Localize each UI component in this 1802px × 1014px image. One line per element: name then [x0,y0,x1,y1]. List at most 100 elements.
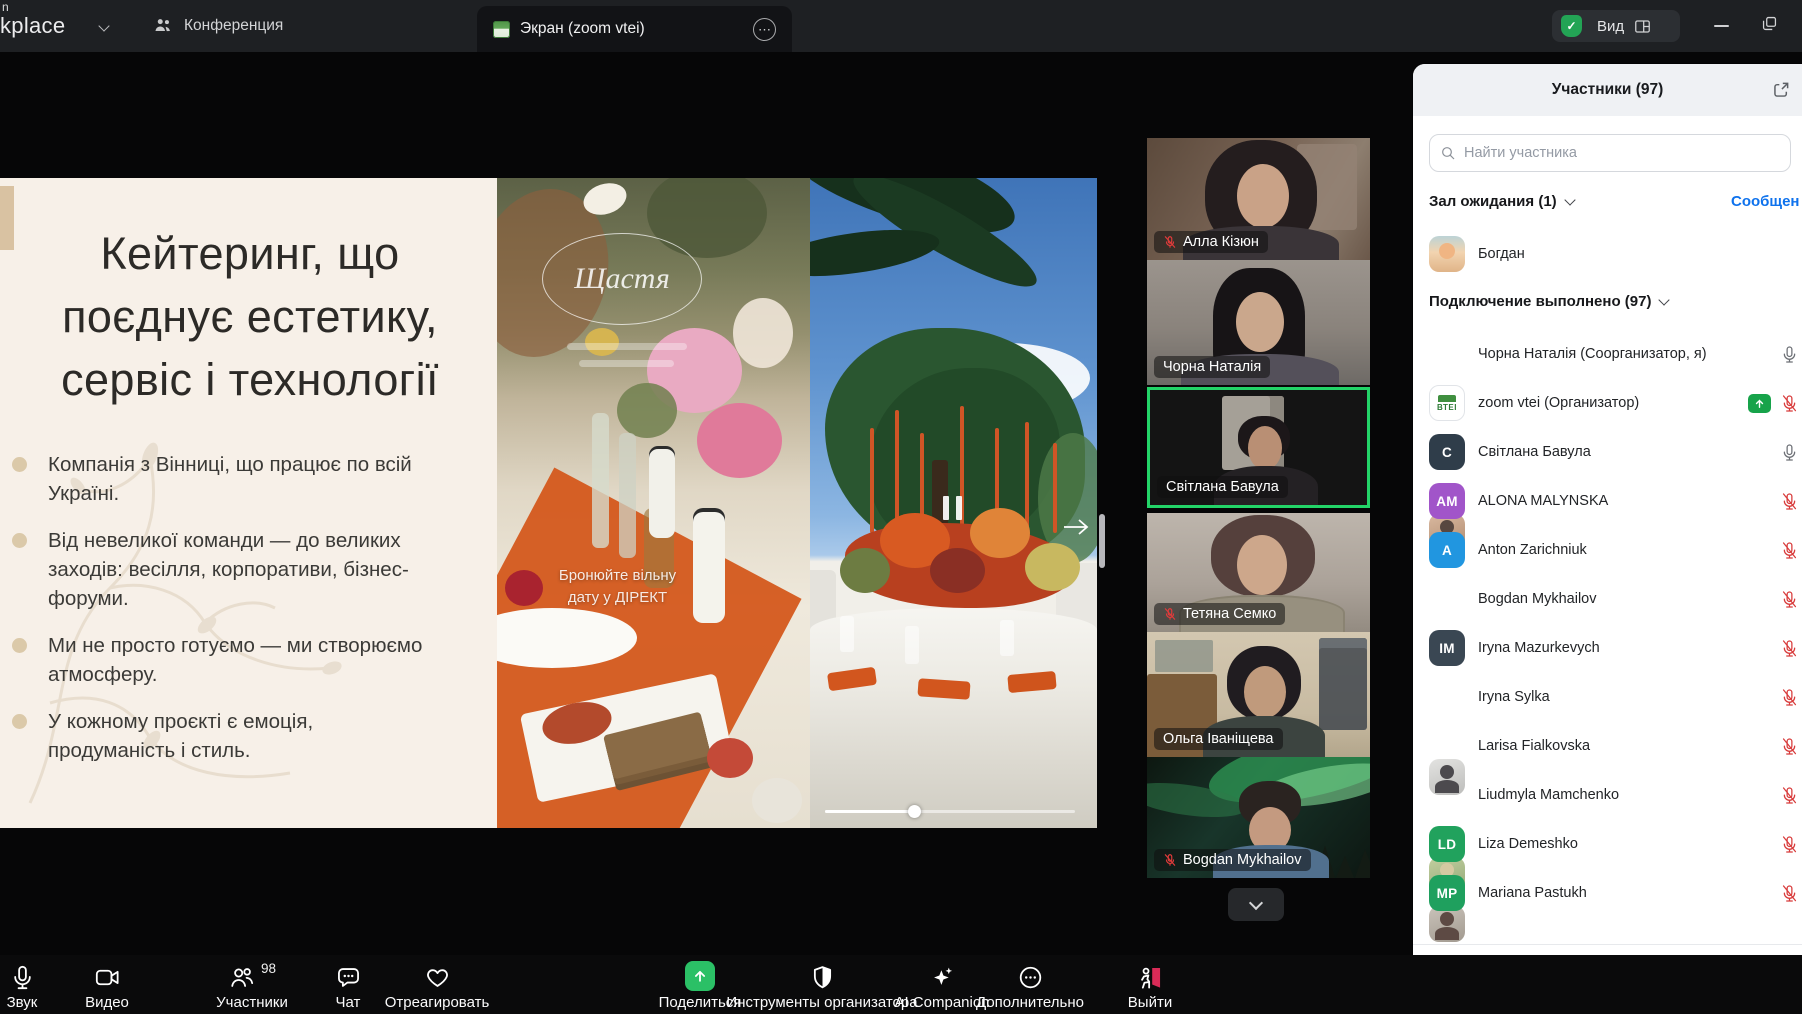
popout-icon[interactable] [1771,79,1792,100]
mic-muted-icon[interactable] [1780,688,1799,707]
participant-row[interactable]: MP Mariana Pastukh [1429,870,1795,916]
slide-bullet: Компанія з Вінниці, що працює по всій Ук… [10,450,472,508]
video-scrubber-progress [825,810,915,813]
mic-muted-icon[interactable] [1780,590,1799,609]
participant-name: Liza Demeshko [1478,836,1767,852]
video-tile-svitlana-bavula[interactable]: Світлана Бавула [1147,387,1370,508]
mic-on-icon[interactable] [1780,443,1799,462]
tab-screen-label: Экран (zoom vtei) [520,20,645,38]
avatar: AM [1429,483,1465,519]
tab-options-ellipsis-icon[interactable]: ⋯ [753,18,776,41]
participants-panel: Участники (97) Зал ожидания (1) Сообщен … [1413,64,1802,1008]
slide-bullet: У кожному проєкті є емоція, продуманість… [10,707,472,765]
participant-row[interactable]: C Світлана Бавула [1429,429,1795,475]
video-name-label: Ольга Іваніщева [1154,728,1283,750]
video-name-label: Тетяна Семко [1154,603,1285,625]
avatar [1429,236,1465,272]
window-title-bar: n kplace Конференция Экран (zoom vtei) ⋯… [0,0,1802,52]
avatar: C [1429,434,1465,470]
slide-accent-block [0,186,14,250]
minimize-button[interactable] [1706,14,1736,38]
mic-muted-icon[interactable] [1780,639,1799,658]
heart-icon [424,964,451,991]
participant-row[interactable]: Liudmyla Mamchenko [1429,772,1795,818]
booking-watermark: Бронюйте вільну дату у ДІРЕКТ [525,565,710,609]
participant-row[interactable]: ВТЕІ zoom vtei (Организатор) [1429,380,1795,426]
layout-icon [1633,17,1652,36]
people-icon [152,15,174,37]
tab-conference-label: Конференция [184,17,283,35]
screen-sharing-icon [1748,394,1771,413]
search-icon [1440,145,1456,161]
slide-bullet: Від невеликої команди — до великих заход… [10,526,472,613]
search-input[interactable] [1464,145,1780,161]
chevron-down-icon [1249,895,1263,909]
next-slide-arrow-icon [1062,516,1092,538]
mic-muted-icon[interactable] [1780,492,1799,511]
participant-row[interactable]: IM Iryna Mazurkevych [1429,625,1795,671]
mic-muted-icon[interactable] [1780,737,1799,756]
video-tile-tetiana-semko[interactable]: Тетяна Семко [1147,513,1370,632]
avatar: A [1429,532,1465,568]
video-scrubber-handle [908,805,921,818]
participant-row[interactable]: Iryna Sylka [1429,674,1795,720]
chevron-down-icon [1564,194,1575,205]
avatar: IM [1429,630,1465,666]
toolbar-leave[interactable]: Выйти [1030,957,1270,1011]
logo-chevron-down-icon[interactable] [98,20,109,31]
participant-row[interactable]: AM ALONA MALYNSKA [1429,478,1795,524]
toolbar-react[interactable]: Отреагировать [317,957,557,1011]
participant-row[interactable]: LD Liza Demeshko [1429,821,1795,867]
mic-muted-icon[interactable] [1780,786,1799,805]
avatar: MP [1429,875,1465,911]
participant-row[interactable]: A Anton Zarichniuk [1429,527,1795,573]
video-name-label: Bogdan Mykhailov [1154,849,1311,871]
participant-row[interactable]: Bogdan Mykhailov [1429,576,1795,622]
tab-screen-share[interactable]: Экран (zoom vtei) ⋯ [477,6,792,52]
camera-icon [94,964,121,991]
restore-button[interactable] [1760,14,1790,38]
mic-muted-icon[interactable] [1780,884,1799,903]
video-tile-alla-kiziun[interactable]: Алла Кізюн [1147,138,1370,260]
minimize-icon [1714,25,1729,27]
participant-name: ALONA MALYNSKA [1478,493,1767,509]
slide-bullet-list: Компанія з Вінниці, що працює по всій Ук… [10,450,472,765]
participants-panel-header: Участники (97) [1413,64,1802,116]
participant-name: zoom vtei (Организатор) [1478,395,1735,411]
view-menu-button[interactable]: ✓ Вид [1552,10,1680,42]
mic-muted-icon[interactable] [1780,394,1799,413]
participant-name: Iryna Mazurkevych [1478,640,1767,656]
tab-conference[interactable]: Конференция [152,0,283,52]
view-label: Вид [1597,18,1624,35]
brand-watermark: Щастя [542,233,702,325]
participant-name: Larisa Fialkovska [1478,738,1767,754]
video-tile-bogdan-mykhailov[interactable]: Bogdan Mykhailov [1147,757,1370,878]
participant-search[interactable] [1429,134,1791,172]
video-name-label: Чорна Наталія [1154,356,1270,378]
participant-name: Bogdan Mykhailov [1478,591,1767,607]
waiting-message-link[interactable]: Сообщен [1731,193,1799,210]
slide-title: Кейтеринг, що поєднує естетику, сервіс і… [30,222,470,411]
participant-row[interactable]: Чорна Наталія (Соорганизатор, я) [1429,331,1795,377]
mic-on-icon[interactable] [1780,345,1799,364]
meeting-toolbar: Звук Видео 98 Участники Чат Отреагироват… [0,955,1802,1014]
chevron-down-icon [1659,294,1670,305]
waiting-room-header[interactable]: Зал ожидания (1) [1429,193,1574,210]
shared-photo-catering-table: Щастя Бронюйте вільну дату у ДІРЕКТ [497,178,810,828]
video-tile-olha-ivanishcheva[interactable]: Ольга Іваніщева [1147,632,1370,757]
leave-meeting-icon [1137,964,1164,991]
shared-screen-scrollbar-thumb [1099,514,1105,568]
participant-name: Mariana Pastukh [1478,885,1767,901]
participant-name: Чорна Наталія (Соорганизатор, я) [1478,346,1767,362]
more-videos-button[interactable] [1228,888,1284,921]
connected-header[interactable]: Подключение выполнено (97) [1429,293,1668,310]
mic-muted-icon[interactable] [1780,835,1799,854]
video-tile-chorna-nataliia[interactable]: Чорна Наталія [1147,260,1370,385]
slide-bullet: Ми не просто готуємо — ми створюємо атмо… [10,631,472,689]
waiting-row-bogdan[interactable]: Богдан [1429,231,1795,277]
participant-row[interactable]: Larisa Fialkovska [1429,723,1795,769]
participant-name: Iryna Sylka [1478,689,1767,705]
mic-muted-icon[interactable] [1780,541,1799,560]
vtei-logo-icon [493,21,510,38]
security-shield-icon: ✓ [1561,15,1582,37]
